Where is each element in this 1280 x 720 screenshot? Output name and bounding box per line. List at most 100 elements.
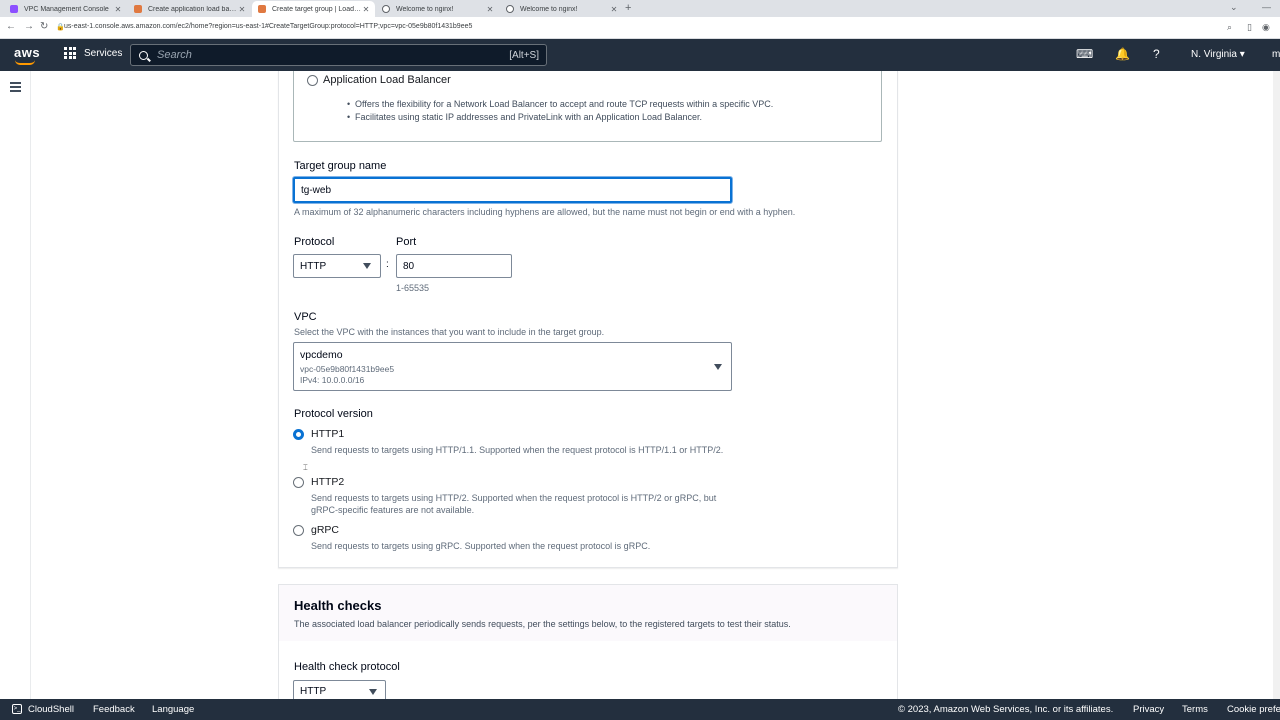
- back-icon[interactable]: ←: [6, 21, 16, 32]
- port-hint: 1-65535: [396, 283, 430, 293]
- port-input[interactable]: 80: [396, 254, 512, 278]
- privacy-link[interactable]: Privacy: [1133, 704, 1164, 715]
- vpc-favicon-icon: [10, 5, 18, 13]
- chevron-down-icon[interactable]: ⌄: [1230, 2, 1238, 13]
- http2-option-title: HTTP2: [311, 476, 345, 488]
- alb-bullet: Facilitates using static IP addresses an…: [347, 112, 702, 122]
- caret-down-icon: [369, 689, 377, 695]
- health-check-protocol-value: HTTP: [300, 685, 327, 697]
- close-icon[interactable]: ✕: [609, 5, 619, 14]
- target-group-name-hint: A maximum of 32 alphanumeric characters …: [294, 207, 796, 217]
- alb-bullet: Offers the flexibility for a Network Loa…: [347, 99, 773, 109]
- browser-tab-create-target-group[interactable]: Create target group | Load Balancer ✕: [252, 1, 375, 17]
- protocol-label: Protocol: [294, 236, 335, 248]
- caret-down-icon: [714, 364, 722, 370]
- globe-icon: [506, 5, 514, 13]
- vpc-label: VPC: [294, 311, 317, 323]
- protocol-select[interactable]: HTTP: [293, 254, 381, 278]
- search-shortcut-hint: [Alt+S]: [509, 49, 539, 61]
- vpc-id: vpc-05e9b80f1431b9ee5: [300, 364, 395, 374]
- http1-option-title: HTTP1: [311, 428, 345, 440]
- tab-label: VPC Management Console: [24, 5, 109, 13]
- aws-logo[interactable]: aws: [14, 45, 41, 65]
- tab-label: Create application load balancer: [148, 5, 237, 13]
- caret-down-icon: [363, 263, 371, 269]
- target-group-name-label: Target group name: [294, 160, 387, 172]
- grpc-option-title: gRPC: [311, 524, 340, 536]
- tab-label: Welcome to nginx!: [520, 5, 578, 13]
- language-link[interactable]: Language: [152, 704, 194, 715]
- grpc-option-desc: Send requests to targets using gRPC. Sup…: [311, 541, 651, 551]
- protocol-version-label: Protocol version: [294, 408, 373, 420]
- mouse-cursor-icon: ⌶: [303, 463, 308, 472]
- protocol-port-separator: :: [386, 259, 389, 270]
- cloudshell-link[interactable]: CloudShell: [28, 704, 74, 715]
- close-icon[interactable]: ✕: [485, 5, 495, 14]
- side-navigation-strip: [0, 71, 31, 699]
- search-placeholder: Search: [157, 49, 192, 61]
- cloudshell-icon[interactable]: >_: [12, 704, 22, 714]
- bell-icon[interactable]: 🔔: [1115, 47, 1130, 61]
- browser-tab-vpc[interactable]: VPC Management Console ✕: [4, 1, 127, 17]
- browser-tab-create-alb[interactable]: Create application load balancer ✕: [128, 1, 251, 17]
- tab-label: Welcome to nginx!: [396, 5, 454, 13]
- console-footer: >_ CloudShell Feedback Language © 2023, …: [0, 699, 1280, 720]
- region-label: N. Virginia: [1191, 49, 1237, 60]
- health-check-protocol-label: Health check protocol: [294, 661, 400, 673]
- menu-icon[interactable]: [10, 82, 21, 94]
- grid-icon: [64, 47, 76, 59]
- aws-top-nav: aws Services Search [Alt+S] ⌨ 🔔 ? N. Vir…: [0, 39, 1280, 71]
- vpc-name: vpcdemo: [300, 349, 343, 361]
- http2-radio[interactable]: [293, 477, 304, 488]
- zoom-icon[interactable]: ⌕: [1227, 22, 1232, 33]
- close-icon[interactable]: ✕: [361, 5, 371, 14]
- new-tab-icon[interactable]: +: [625, 2, 631, 14]
- account-menu[interactable]: m: [1272, 49, 1280, 60]
- vpc-select[interactable]: vpcdemo vpc-05e9b80f1431b9ee5 IPv4: 10.0…: [293, 342, 732, 391]
- sidebar-icon[interactable]: ▯: [1247, 22, 1252, 33]
- url-text[interactable]: us-east-1.console.aws.amazon.com/ec2/hom…: [64, 23, 472, 30]
- target-group-name-input[interactable]: tg-web: [293, 177, 732, 203]
- vpc-description: Select the VPC with the instances that y…: [294, 327, 605, 337]
- scrollbar[interactable]: [1273, 71, 1280, 699]
- feedback-link[interactable]: Feedback: [93, 704, 135, 715]
- http1-radio[interactable]: [293, 429, 304, 440]
- ec2-favicon-icon: [134, 5, 142, 13]
- logo-text: aws: [14, 45, 41, 60]
- browser-tab-nginx-1[interactable]: Welcome to nginx! ✕: [376, 1, 499, 17]
- cloudshell-icon[interactable]: ⌨: [1076, 47, 1093, 61]
- close-icon[interactable]: ✕: [237, 5, 247, 14]
- health-checks-header: [279, 585, 897, 641]
- terms-link[interactable]: Terms: [1182, 704, 1208, 715]
- vpc-cidr: IPv4: 10.0.0.0/16: [300, 375, 365, 385]
- profile-icon[interactable]: ◉: [1262, 22, 1270, 33]
- browser-tab-strip: VPC Management Console ✕ Create applicat…: [0, 0, 1280, 17]
- cookie-preferences-link[interactable]: Cookie prefer: [1227, 704, 1280, 715]
- browser-tab-nginx-2[interactable]: Welcome to nginx! ✕: [500, 1, 623, 17]
- grpc-radio[interactable]: [293, 525, 304, 536]
- address-bar: ← → ↻ 🔒 us-east-1.console.aws.amazon.com…: [0, 17, 1280, 39]
- port-value: 80: [403, 260, 415, 272]
- services-menu-button[interactable]: Services: [64, 47, 122, 59]
- alb-option-label: Application Load Balancer: [323, 74, 451, 86]
- close-icon[interactable]: ✕: [113, 5, 123, 14]
- help-icon[interactable]: ?: [1153, 47, 1160, 61]
- health-checks-title: Health checks: [294, 598, 382, 613]
- minimize-icon[interactable]: —: [1262, 2, 1271, 12]
- tab-label: Create target group | Load Balancer: [272, 5, 361, 13]
- ec2-favicon-icon: [258, 5, 266, 13]
- http2-option-desc: Send requests to targets using HTTP/2. S…: [311, 493, 717, 515]
- region-selector[interactable]: N. Virginia ▾: [1191, 49, 1245, 60]
- forward-icon[interactable]: →: [24, 21, 34, 32]
- services-label: Services: [84, 47, 123, 59]
- health-checks-description: The associated load balancer periodicall…: [294, 619, 791, 629]
- target-group-name-value: tg-web: [301, 184, 332, 196]
- copyright-text: © 2023, Amazon Web Services, Inc. or its…: [898, 704, 1114, 715]
- smile-icon: [15, 60, 35, 65]
- search-input[interactable]: Search [Alt+S]: [130, 44, 547, 66]
- search-icon: [139, 50, 148, 60]
- port-label: Port: [396, 236, 417, 248]
- protocol-value: HTTP: [300, 260, 327, 272]
- reload-icon[interactable]: ↻: [40, 21, 48, 32]
- alb-radio[interactable]: [307, 75, 318, 86]
